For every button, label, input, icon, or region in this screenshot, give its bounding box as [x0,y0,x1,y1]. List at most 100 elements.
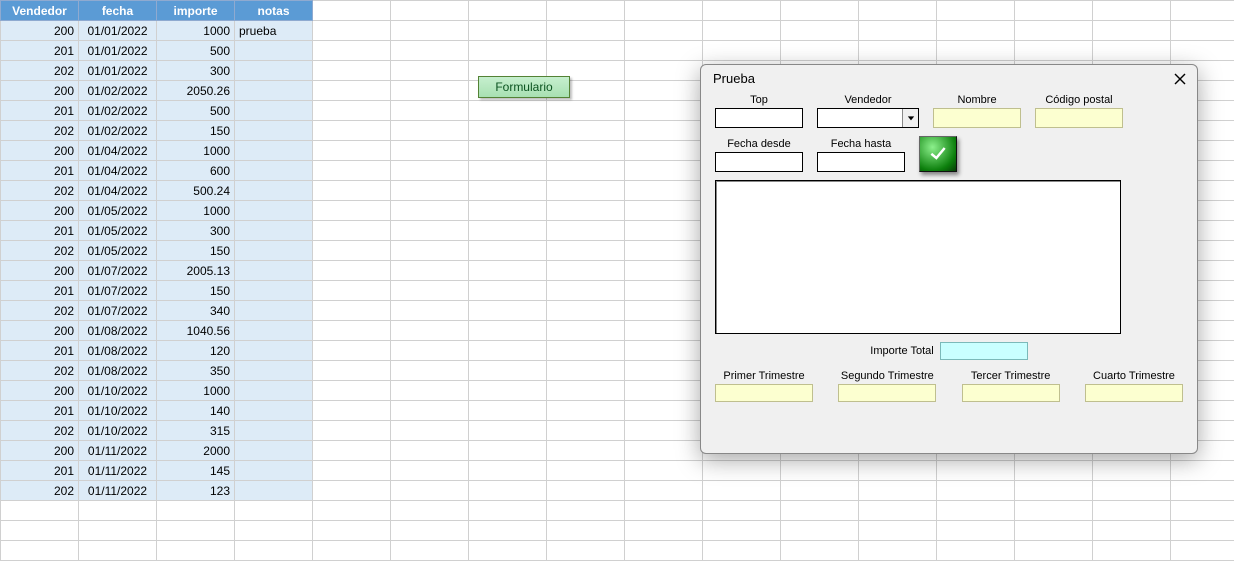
cell-i[interactable]: 1040.56 [157,321,235,341]
fecha-hasta-input[interactable] [817,152,905,172]
cell-i[interactable]: 350 [157,361,235,381]
cell-i[interactable]: 300 [157,61,235,81]
cell-f[interactable]: 01/05/2022 [79,221,157,241]
close-icon[interactable] [1173,72,1187,86]
cell-v[interactable]: 201 [1,41,79,61]
cell-i[interactable]: 123 [157,481,235,501]
cell-v[interactable]: 202 [1,61,79,81]
cell-f[interactable]: 01/02/2022 [79,101,157,121]
cell-n[interactable] [235,301,313,321]
cell-v[interactable]: 202 [1,181,79,201]
cell-n[interactable] [235,381,313,401]
cell-v[interactable]: 200 [1,321,79,341]
cell-f[interactable]: 01/02/2022 [79,81,157,101]
cell-n[interactable] [235,81,313,101]
cell-n[interactable] [235,361,313,381]
cell-f[interactable]: 01/11/2022 [79,461,157,481]
cell-i[interactable]: 150 [157,121,235,141]
cell-f[interactable]: 01/07/2022 [79,281,157,301]
header-importe[interactable]: importe [157,1,235,21]
fecha-desde-input[interactable] [715,152,803,172]
chevron-down-icon[interactable] [902,109,918,127]
cell-f[interactable]: 01/10/2022 [79,421,157,441]
formulario-button[interactable]: Formulario [478,76,570,98]
vendedor-combo[interactable] [817,108,919,128]
cell-i[interactable]: 1000 [157,141,235,161]
cell-i[interactable]: 1000 [157,381,235,401]
cell-v[interactable]: 201 [1,101,79,121]
cell-f[interactable]: 01/10/2022 [79,401,157,421]
cell-v[interactable]: 201 [1,401,79,421]
cell-i[interactable]: 300 [157,221,235,241]
cell-f[interactable]: 01/05/2022 [79,201,157,221]
cell-f[interactable]: 01/01/2022 [79,41,157,61]
cell-i[interactable]: 600 [157,161,235,181]
cell-n[interactable] [235,441,313,461]
cell-v[interactable]: 201 [1,221,79,241]
cell-n[interactable]: prueba [235,21,313,41]
cell-v[interactable]: 200 [1,441,79,461]
cell-v[interactable]: 201 [1,281,79,301]
cell-i[interactable]: 145 [157,461,235,481]
header-fecha[interactable]: fecha [79,1,157,21]
cell-n[interactable] [235,481,313,501]
cell-n[interactable] [235,261,313,281]
cell-f[interactable]: 01/07/2022 [79,301,157,321]
cell-v[interactable]: 201 [1,341,79,361]
cell-n[interactable] [235,241,313,261]
header-vendedor[interactable]: Vendedor [1,1,79,21]
cell-f[interactable]: 01/01/2022 [79,61,157,81]
cell-f[interactable]: 01/08/2022 [79,361,157,381]
cell-n[interactable] [235,101,313,121]
cell-n[interactable] [235,321,313,341]
header-notas[interactable]: notas [235,1,313,21]
cell-f[interactable]: 01/05/2022 [79,241,157,261]
cell-f[interactable]: 01/08/2022 [79,321,157,341]
cell-f[interactable]: 01/04/2022 [79,141,157,161]
cell-i[interactable]: 1000 [157,21,235,41]
cell-v[interactable]: 200 [1,381,79,401]
cell-n[interactable] [235,201,313,221]
cell-i[interactable]: 2050.26 [157,81,235,101]
cell-n[interactable] [235,221,313,241]
cell-i[interactable]: 150 [157,241,235,261]
cell-v[interactable]: 202 [1,241,79,261]
cell-i[interactable]: 340 [157,301,235,321]
cell-v[interactable]: 200 [1,21,79,41]
cell-f[interactable]: 01/04/2022 [79,181,157,201]
cell-v[interactable]: 200 [1,261,79,281]
cell-f[interactable]: 01/01/2022 [79,21,157,41]
cell-v[interactable]: 200 [1,141,79,161]
cell-i[interactable]: 500.24 [157,181,235,201]
cell-n[interactable] [235,181,313,201]
cell-n[interactable] [235,461,313,481]
cell-v[interactable]: 201 [1,461,79,481]
cell-i[interactable]: 120 [157,341,235,361]
cell-n[interactable] [235,421,313,441]
cell-i[interactable]: 2005.13 [157,261,235,281]
cell-i[interactable]: 1000 [157,201,235,221]
cell-f[interactable]: 01/08/2022 [79,341,157,361]
ok-button[interactable] [919,136,957,172]
cell-v[interactable]: 202 [1,361,79,381]
cell-v[interactable]: 200 [1,81,79,101]
cell-i[interactable]: 315 [157,421,235,441]
cell-n[interactable] [235,401,313,421]
cell-v[interactable]: 200 [1,201,79,221]
cell-f[interactable]: 01/02/2022 [79,121,157,141]
cell-v[interactable]: 202 [1,301,79,321]
cell-n[interactable] [235,341,313,361]
cell-n[interactable] [235,41,313,61]
cell-f[interactable]: 01/04/2022 [79,161,157,181]
cell-v[interactable]: 202 [1,121,79,141]
cell-n[interactable] [235,281,313,301]
cell-n[interactable] [235,121,313,141]
cell-f[interactable]: 01/10/2022 [79,381,157,401]
top-input[interactable] [715,108,803,128]
cell-f[interactable]: 01/11/2022 [79,441,157,461]
cell-v[interactable]: 202 [1,481,79,501]
cell-f[interactable]: 01/11/2022 [79,481,157,501]
cell-v[interactable]: 201 [1,161,79,181]
results-listbox[interactable] [715,180,1121,334]
cell-n[interactable] [235,141,313,161]
